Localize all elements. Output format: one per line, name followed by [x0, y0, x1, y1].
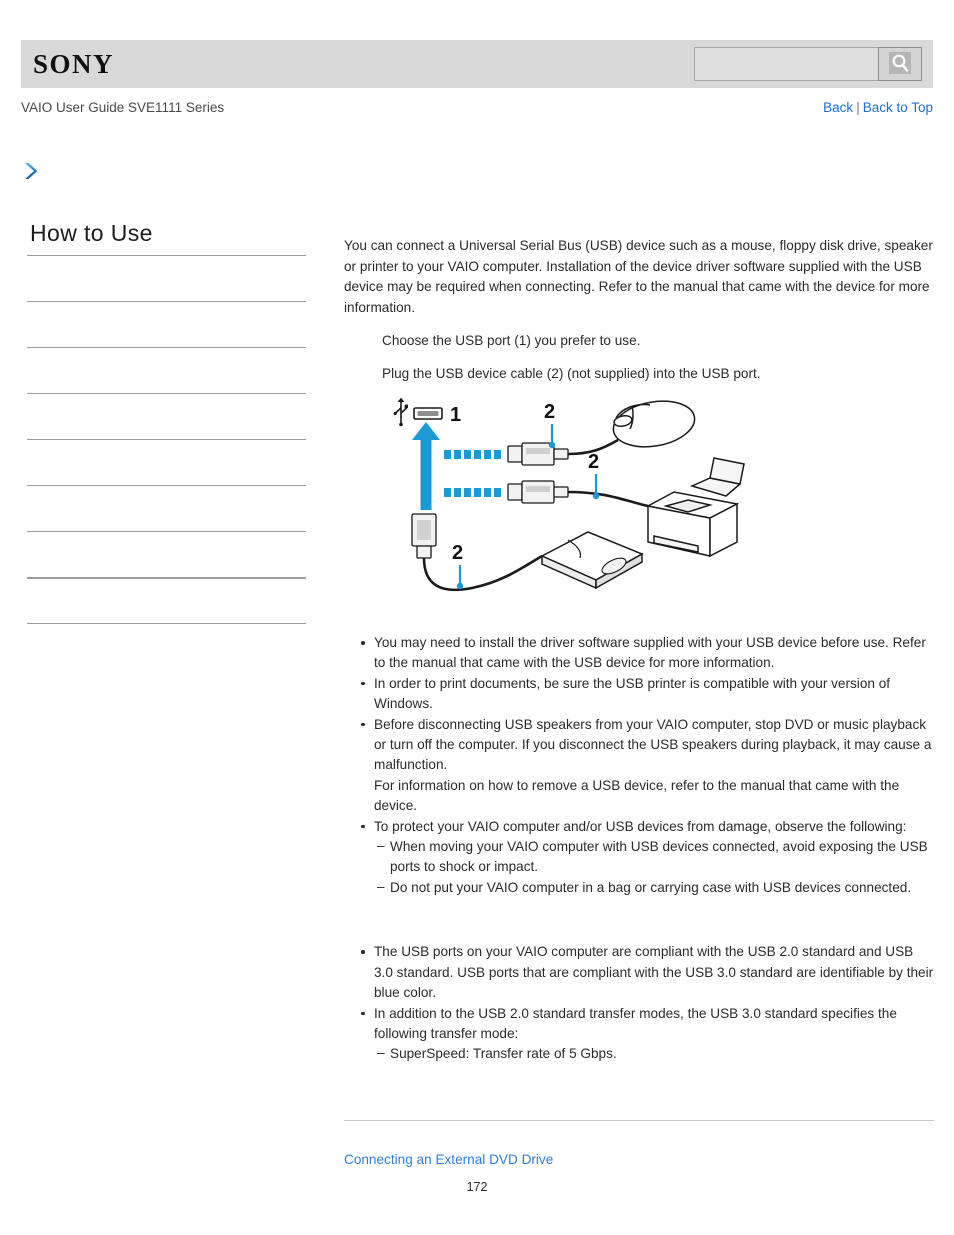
usb-connection-diagram: 1 2 2 2 [392, 396, 802, 611]
note-subitem: When moving your VAIO computer with USB … [377, 836, 934, 878]
notes-list-secondary: The USB ports on your VAIO computer are … [344, 942, 934, 1064]
note-text: In order to print documents, be sure the… [374, 675, 891, 712]
sidebar-item-label [27, 440, 306, 448]
sidebar-item[interactable] [27, 484, 306, 531]
sony-logo: SONY [33, 48, 115, 79]
note-subitem: Do not put your VAIO computer in a bag o… [377, 877, 934, 898]
notes-list-primary: You may need to install the driver softw… [344, 633, 934, 898]
search-icon [889, 51, 911, 77]
svg-text:2: 2 [544, 401, 555, 423]
sidebar-item-label [27, 348, 306, 356]
step-item: Plug the USB device cable (2) (not suppl… [382, 365, 761, 381]
note-item: To protect your VAIO computer and/or USB… [361, 817, 934, 899]
top-nav-links: Back | Back to Top [823, 100, 933, 115]
subheader: VAIO User Guide SVE1111 Series Back | Back… [21, 100, 933, 122]
intro-paragraph: You can connect a Universal Serial Bus (… [344, 238, 933, 315]
sidebar-item[interactable] [27, 622, 306, 669]
sidebar-title: How to Use [30, 220, 153, 246]
sidebar-item-label [27, 624, 306, 632]
note-subitems: SuperSpeed: Transfer rate of 5 Gbps. [374, 1043, 934, 1064]
svg-text:2: 2 [452, 542, 463, 564]
site-header: SONY [21, 40, 933, 88]
main-content: You can connect a Universal Serial Bus (… [344, 236, 934, 1065]
related-topic-link[interactable]: Connecting an External DVD Drive [344, 1152, 553, 1167]
note-item: Before disconnecting USB speakers from y… [361, 715, 934, 817]
sidebar-item[interactable] [27, 438, 306, 485]
notes-spacer [344, 898, 934, 920]
search-area [694, 47, 922, 81]
note-text: You may need to install the driver softw… [374, 635, 926, 671]
sidebar-item[interactable] [27, 576, 306, 623]
search-input[interactable] [694, 47, 878, 81]
note-subitems: When moving your VAIO computer with USB … [374, 836, 934, 898]
svg-text:2: 2 [588, 451, 599, 473]
page-number: 172 [466, 1180, 488, 1194]
back-to-top-link[interactable]: Back to Top [863, 100, 933, 115]
note-text: In addition to the USB 2.0 standard tran… [374, 1005, 897, 1041]
note-item: In addition to the USB 2.0 standard tran… [361, 1004, 934, 1065]
sidebar-item-label [27, 579, 306, 587]
sidebar-item-label [27, 302, 306, 310]
sidebar-item-label [27, 532, 306, 540]
chevron-right-icon [21, 163, 41, 186]
link-separator: | [856, 100, 860, 115]
sidebar-item[interactable] [27, 346, 306, 393]
note-text: To protect your VAIO computer and/or USB… [374, 818, 907, 834]
note-text: The USB ports on your VAIO computer are … [374, 944, 934, 1001]
sidebar-navigation: How to Use [27, 220, 306, 669]
procedure-steps: Choose the USB port (1) you prefer to us… [344, 331, 934, 384]
sidebar-item-label [27, 394, 306, 402]
note-text: Before disconnecting USB speakers from y… [374, 716, 932, 814]
back-link[interactable]: Back [823, 100, 853, 115]
sidebar-item-label [27, 256, 306, 264]
note-subitem: SuperSpeed: Transfer rate of 5 Gbps. [377, 1043, 934, 1064]
footer-divider [344, 1120, 934, 1121]
sidebar-item[interactable] [27, 300, 306, 347]
search-button[interactable] [878, 47, 922, 81]
step-item: Choose the USB port (1) you prefer to us… [382, 333, 641, 348]
note-item: The USB ports on your VAIO computer are … [361, 942, 934, 1003]
breadcrumb-expander[interactable] [21, 160, 321, 190]
sidebar-item[interactable] [27, 254, 306, 301]
sidebar-item[interactable] [27, 392, 306, 439]
sidebar-item-label [27, 486, 306, 494]
guide-title: VAIO User Guide SVE1111 Series [21, 100, 225, 115]
sidebar-item[interactable] [27, 530, 306, 577]
note-item: You may need to install the driver softw… [361, 633, 934, 674]
note-item: In order to print documents, be sure the… [361, 674, 934, 715]
svg-text:1: 1 [450, 404, 461, 426]
